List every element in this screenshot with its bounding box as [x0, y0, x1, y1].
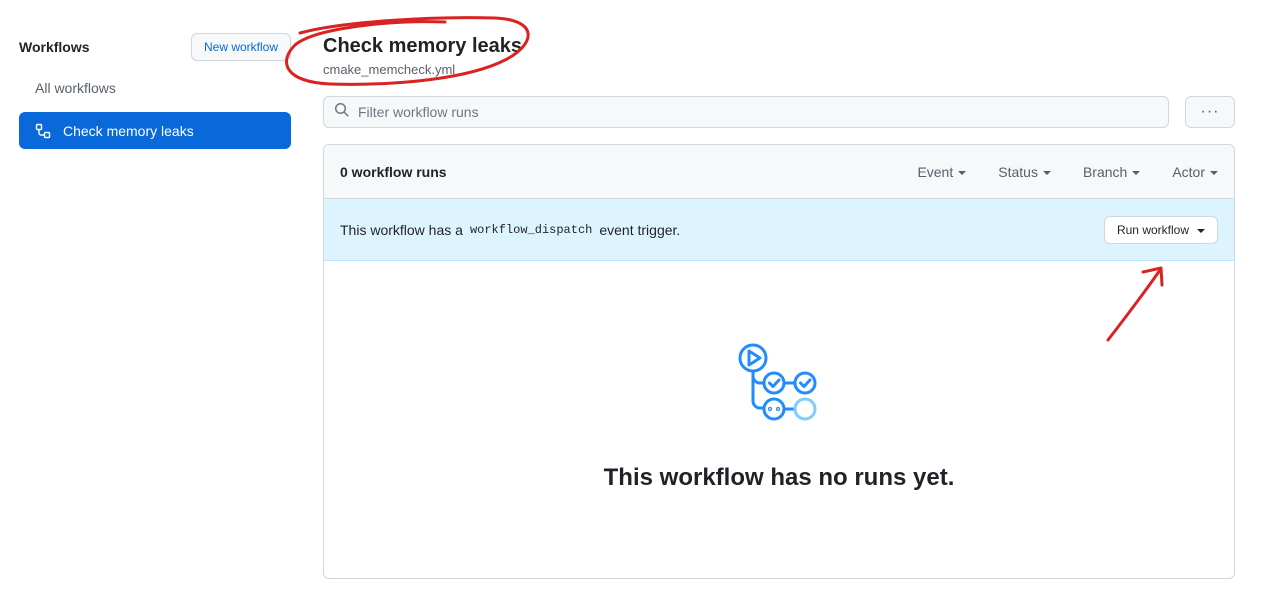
runs-box-header: 0 workflow runs Event Status Branch Acto… [324, 145, 1234, 199]
dispatch-text-after: event trigger. [599, 221, 681, 238]
caret-down-icon [1210, 170, 1218, 175]
caret-down-icon [1042, 170, 1051, 175]
dispatch-message: This workflow has a workflow_dispatch ev… [340, 222, 1104, 238]
event-filter-menu[interactable]: Event [917, 163, 967, 180]
status-filter-label: Status [998, 163, 1038, 180]
filter-runs-field [323, 96, 1169, 128]
page-title: Check memory leaks [323, 35, 523, 57]
sidebar-item-check-memory-leaks[interactable]: Check memory leaks [19, 112, 291, 149]
runs-filters: Event Status Branch Actor [885, 164, 1218, 180]
branch-filter-label: Branch [1082, 163, 1128, 180]
blankslate: This workflow has no runs yet. [324, 261, 1234, 578]
actor-filter-label: Actor [1172, 163, 1205, 180]
workflow-icon [35, 123, 51, 139]
workflows-sidebar: Workflows New workflow All workflows Che… [19, 33, 291, 149]
caret-down-icon [958, 170, 967, 175]
sidebar-item-all-workflows[interactable]: All workflows [19, 69, 291, 106]
run-workflow-button[interactable]: Run workflow [1103, 215, 1218, 244]
sidebar-item-label: Check memory leaks [63, 122, 194, 139]
dispatch-event-code: workflow_dispatch [469, 222, 593, 237]
filter-runs-input[interactable] [358, 104, 1138, 120]
workflow-dispatch-banner: This workflow has a workflow_dispatch ev… [324, 199, 1234, 261]
branch-filter-menu[interactable]: Branch [1082, 163, 1141, 180]
caret-down-icon [1132, 170, 1141, 175]
caret-down-icon [1197, 228, 1205, 233]
blankslate-message: This workflow has no runs yet. [603, 464, 955, 491]
runs-count: 0 workflow runs [340, 163, 447, 180]
sidebar-item-label: All workflows [35, 79, 116, 96]
run-workflow-label: Run workflow [1116, 222, 1189, 237]
workflow-file-link[interactable]: cmake_memcheck.yml [323, 62, 1235, 77]
sidebar-title: Workflows [19, 39, 90, 55]
workflow-graph-icon [736, 341, 822, 425]
event-filter-label: Event [917, 163, 954, 180]
sidebar-header: Workflows New workflow [19, 33, 291, 61]
status-filter-menu[interactable]: Status [998, 164, 1051, 180]
actor-filter-menu[interactable]: Actor [1172, 164, 1218, 180]
dispatch-text-before: This workflow has a [340, 221, 463, 238]
runs-toolbar: ··· [323, 96, 1235, 128]
workflow-header: Check memory leaks cmake_memcheck.yml [323, 33, 1235, 77]
new-workflow-button[interactable]: New workflow [190, 33, 291, 61]
more-options-button[interactable]: ··· [1185, 96, 1235, 128]
search-icon [334, 102, 350, 123]
workflow-runs-box: 0 workflow runs Event Status Branch Acto… [323, 144, 1235, 579]
